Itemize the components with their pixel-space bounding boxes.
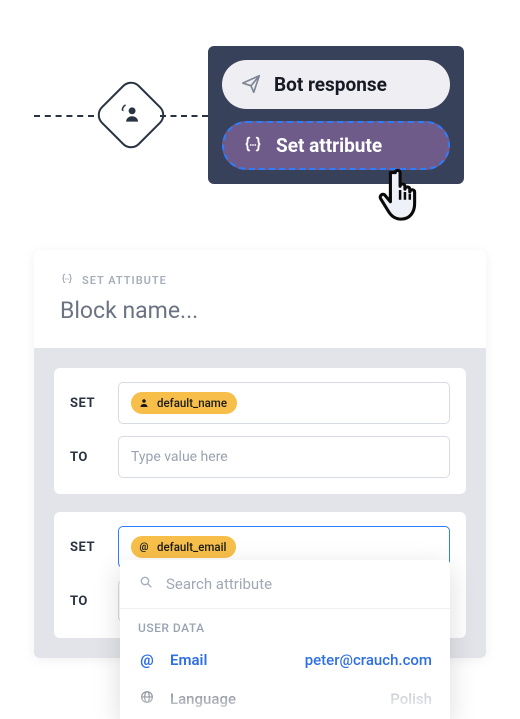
dropdown-item-value: Polish xyxy=(390,690,432,708)
menu-item-label: Set attribute xyxy=(276,134,382,157)
globe-icon xyxy=(138,689,156,709)
paper-plane-icon xyxy=(240,73,262,95)
chip-text: default_name xyxy=(157,396,227,410)
search-icon xyxy=(138,574,154,594)
attribute-dropdown: Search attribute USER DATA @ Email peter… xyxy=(120,560,450,719)
dropdown-item-name: Language xyxy=(170,690,260,708)
at-icon: @ xyxy=(137,540,151,554)
attribute-chip[interactable]: @ default_email xyxy=(131,536,236,558)
set-label: SET xyxy=(70,540,104,555)
user-icon xyxy=(137,396,151,410)
dropdown-item-email[interactable]: @ Email peter@crauch.com xyxy=(120,641,450,679)
set-label: SET xyxy=(70,396,104,411)
editor-eyebrow: SET ATTIBUTE xyxy=(60,272,460,289)
to-value-input[interactable]: Type value here xyxy=(118,436,450,478)
connector-line-right xyxy=(160,115,208,117)
braces-icon xyxy=(242,134,264,156)
at-icon: @ xyxy=(138,651,156,669)
dropdown-item-language[interactable]: Language Polish xyxy=(120,679,450,719)
user-sync-icon xyxy=(118,100,144,130)
dropdown-item-value: peter@crauch.com xyxy=(305,651,432,669)
attribute-chip[interactable]: default_name xyxy=(131,392,237,414)
editor-header: SET ATTIBUTE Block name... xyxy=(34,250,486,348)
dropdown-section-label: USER DATA xyxy=(120,609,450,641)
flow-node-diamond[interactable] xyxy=(93,77,169,153)
braces-small-icon xyxy=(60,272,74,289)
chip-text: default_email xyxy=(157,540,226,554)
menu-item-label: Bot response xyxy=(274,73,387,96)
set-attribute-input[interactable]: default_name xyxy=(118,382,450,424)
connector-line-left xyxy=(34,115,94,117)
to-label: TO xyxy=(70,450,104,465)
dropdown-search[interactable]: Search attribute xyxy=(120,560,450,609)
attribute-row: SET default_name TO Type value here xyxy=(54,368,466,494)
to-label: TO xyxy=(70,594,104,609)
dropdown-item-name: Email xyxy=(170,651,260,669)
search-placeholder: Search attribute xyxy=(166,575,272,593)
placeholder-text: Type value here xyxy=(131,449,228,465)
pointer-hand-icon xyxy=(372,160,434,224)
block-name-input[interactable]: Block name... xyxy=(60,297,460,324)
menu-item-bot-response[interactable]: Bot response xyxy=(222,60,450,109)
